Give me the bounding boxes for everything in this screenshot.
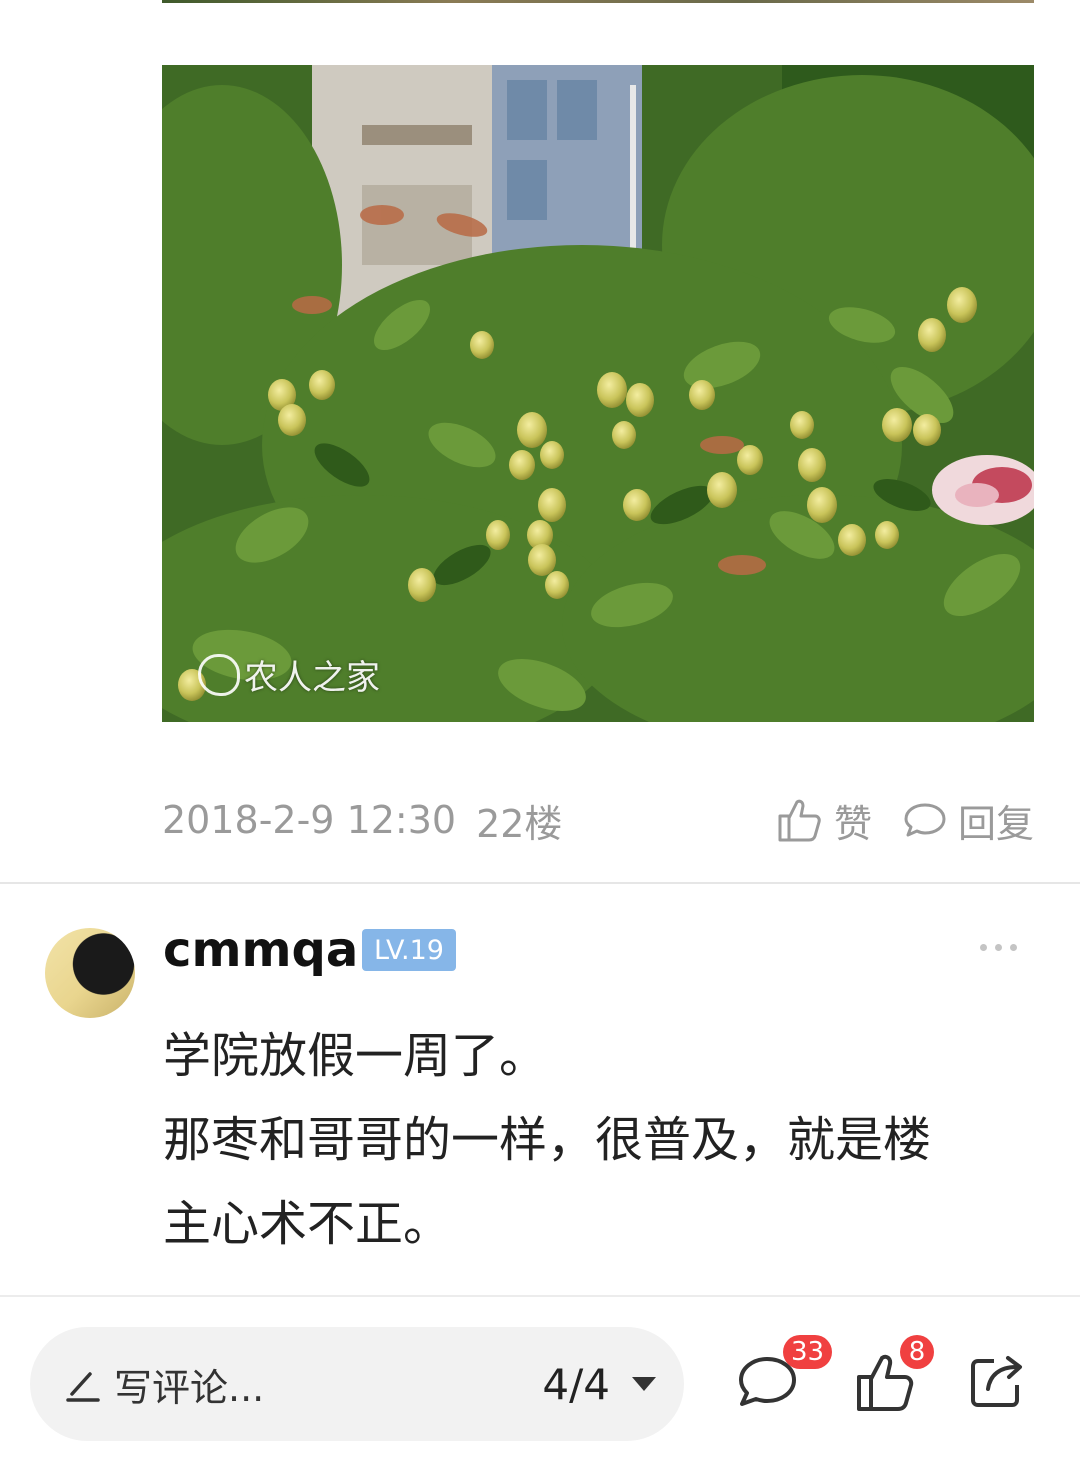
thumbs-up-icon <box>778 799 821 842</box>
like-label: 赞 <box>833 801 872 846</box>
like-button[interactable]: 赞 <box>776 793 872 848</box>
reply-button[interactable]: 回复 <box>902 793 1034 848</box>
like-count-badge: 8 <box>900 1335 934 1369</box>
chevron-down-icon[interactable] <box>632 1377 656 1391</box>
level-badge: LV.19 <box>362 929 456 971</box>
comment-text: 学院放假一周了。 那枣和哥哥的一样，很普及，就是楼 主心术不正。 <box>163 1014 1033 1266</box>
post-date: 2018-2-9 12:30 <box>162 798 457 842</box>
more-dots-icon[interactable] <box>980 944 1017 951</box>
post-floor: 22楼 <box>476 801 563 846</box>
previous-image-edge <box>162 0 1034 3</box>
reply-label: 回复 <box>957 801 1034 846</box>
write-comment-input[interactable]: 写评论... 4/4 <box>30 1327 684 1441</box>
comment-placeholder: 写评论... <box>114 1365 265 1410</box>
comment-line: 主心术不正。 <box>163 1196 452 1252</box>
post-image[interactable]: 农人之家 <box>162 65 1034 722</box>
watermark-text: 农人之家 <box>244 658 380 698</box>
comments-button[interactable]: 33 <box>735 1335 833 1415</box>
post-actions: 赞 回复 <box>776 793 1034 848</box>
share-button[interactable] <box>968 1345 1038 1415</box>
page-indicator[interactable]: 4/4 <box>542 1360 610 1409</box>
username[interactable]: cmmqa <box>163 922 358 978</box>
comment-bubble-icon <box>904 803 946 837</box>
divider <box>0 1295 1080 1297</box>
pen-icon <box>66 1372 100 1402</box>
comment-count-badge: 33 <box>783 1335 833 1369</box>
site-logo-icon <box>198 653 240 696</box>
like-post-button[interactable]: 8 <box>855 1335 934 1415</box>
divider <box>0 882 1080 884</box>
jujube-tree-photo <box>162 65 1034 722</box>
comment-line: 学院放假一周了。 <box>163 1028 548 1084</box>
avatar[interactable] <box>45 928 135 1018</box>
photo-watermark: 农人之家 <box>198 650 380 699</box>
share-icon <box>971 1356 1022 1407</box>
comment-line: 那枣和哥哥的一样，很普及，就是楼 <box>163 1112 932 1168</box>
post-meta: 2018-2-9 12:30 22楼 赞 回复 <box>162 790 1034 850</box>
